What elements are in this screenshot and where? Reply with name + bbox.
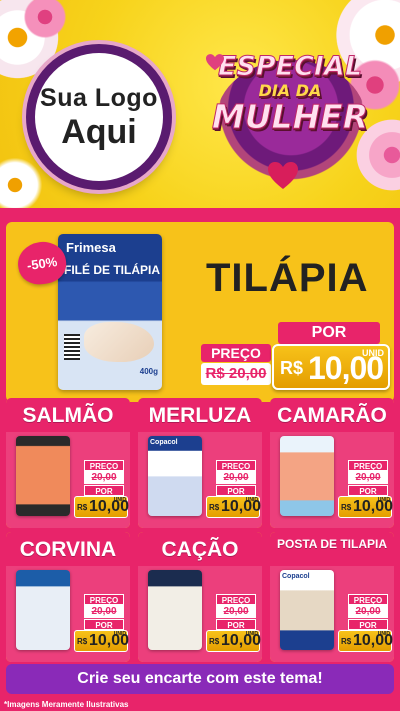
campaign-title-badge: ESPECIAL DIA DA MULHER [198,51,382,180]
product-name: CAÇÃO [161,538,239,561]
new-price-label: POR [348,485,388,496]
unit-label: UNID [362,348,384,358]
old-price: 20,00 [84,471,124,484]
product-card-cacao[interactable]: CAÇÃO PREÇO 20,00 POR R$ 10,00 UNID [138,532,262,662]
new-price-label: POR [84,619,124,630]
old-price: 20,00 [216,471,256,484]
salmon-image [16,436,70,516]
qr-code-icon [64,334,80,360]
fillet-image [84,322,154,362]
currency-symbol: R$ [209,637,220,646]
currency-symbol: R$ [341,503,352,512]
new-price-tag: R$ 10,00 UNID [74,630,129,652]
product-name: MERLUZA [148,404,252,427]
currency-symbol: R$ [280,358,304,378]
pack-brand: Frimesa [66,240,116,255]
title-line3: MULHER [211,97,369,136]
old-price-label: PREÇO [216,460,256,471]
tilapia-package-image: Frimesa FILÉ DE TILÁPIA 400g [58,234,162,390]
disclaimer-text: *Imagens Meramente Ilustrativas [4,700,129,709]
posta-package-image: Copacol [280,570,334,650]
new-price-label: POR [216,485,256,496]
new-price-tag: R$ 10,00 UNID [272,344,390,390]
offers-area: Frimesa FILÉ DE TILÁPIA 400g -50% TILÁPI… [0,208,400,711]
shrimp-package-image [280,436,334,516]
old-price: R$ 20,00 [201,363,271,385]
currency-symbol: R$ [77,637,88,646]
header-banner: Sua Logo Aqui ESPECIAL DIA DA MULHER [0,0,400,210]
unit-label: UNID [377,497,390,503]
featured-offer-card[interactable]: Frimesa FILÉ DE TILÁPIA 400g -50% TILÁPI… [6,222,394,402]
unit-label: UNID [113,631,126,637]
unit-label: UNID [245,631,258,637]
product-card-posta-tilapia[interactable]: POSTA DE TILAPIA Copacol PREÇO 20,00 POR… [270,532,394,662]
heart-icon [268,162,298,189]
pack-name: FILÉ DE TILÁPIA [64,263,160,277]
old-price: 20,00 [216,605,256,618]
pack-brand: Copacol [150,439,178,446]
logo-text-line1: Sua Logo [40,83,158,112]
logo-text-line2: Aqui [61,112,137,151]
featured-product-name: TILÁPIA [206,256,369,300]
product-name: SALMÃO [22,404,114,427]
new-price-label: POR [278,322,380,344]
currency-symbol: R$ [341,637,352,646]
corvina-package-image [16,570,70,650]
old-price-label: PREÇO [84,460,124,471]
unit-label: UNID [245,497,258,503]
heart-icon [206,54,224,71]
create-flyer-button[interactable]: Crie seu encarte com este tema! [6,664,394,694]
new-price-label: POR [216,619,256,630]
currency-symbol: R$ [209,503,220,512]
campaign-title: ESPECIAL DIA DA MULHER [198,51,382,136]
product-name: CAMARÃO [277,404,387,427]
pack-weight: 400g [139,367,158,376]
old-price-label: PREÇO [348,594,388,605]
old-price-label: PREÇO [348,460,388,471]
new-price-tag: R$ 10,00 UNID [206,496,261,518]
pack-brand: Copacol [282,573,310,580]
new-price-label: POR [84,485,124,496]
product-card-salmao[interactable]: SALMÃO PREÇO 20,00 POR R$ 10,00 UNID [6,398,130,528]
old-price-label: PREÇO [216,594,256,605]
old-price: 20,00 [84,605,124,618]
product-card-corvina[interactable]: CORVINA PREÇO 20,00 POR R$ 10,00 UNID [6,532,130,662]
unit-label: UNID [377,631,390,637]
title-line1: ESPECIAL [217,51,363,82]
product-card-camarao[interactable]: CAMARÃO PREÇO 20,00 POR R$ 10,00 UNID [270,398,394,528]
old-price-label: PREÇO [84,594,124,605]
new-price-tag: R$ 10,00 UNID [206,630,261,652]
product-card-merluza[interactable]: MERLUZA Copacol PREÇO 20,00 POR R$ 10,00… [138,398,262,528]
cacao-package-image [148,570,202,650]
new-price-label: POR [348,619,388,630]
new-price-tag: R$ 10,00 UNID [338,630,393,652]
old-price: 20,00 [348,471,388,484]
logo-placeholder[interactable]: Sua Logo Aqui [26,44,172,190]
new-price-tag: R$ 10,00 UNID [74,496,129,518]
product-name: POSTA DE TILAPIA [276,537,387,551]
old-price-label: PREÇO [201,344,271,362]
product-name: CORVINA [19,538,117,561]
merluza-package-image: Copacol [148,436,202,516]
currency-symbol: R$ [77,503,88,512]
old-price: 20,00 [348,605,388,618]
unit-label: UNID [113,497,126,503]
new-price-tag: R$ 10,00 UNID [338,496,393,518]
